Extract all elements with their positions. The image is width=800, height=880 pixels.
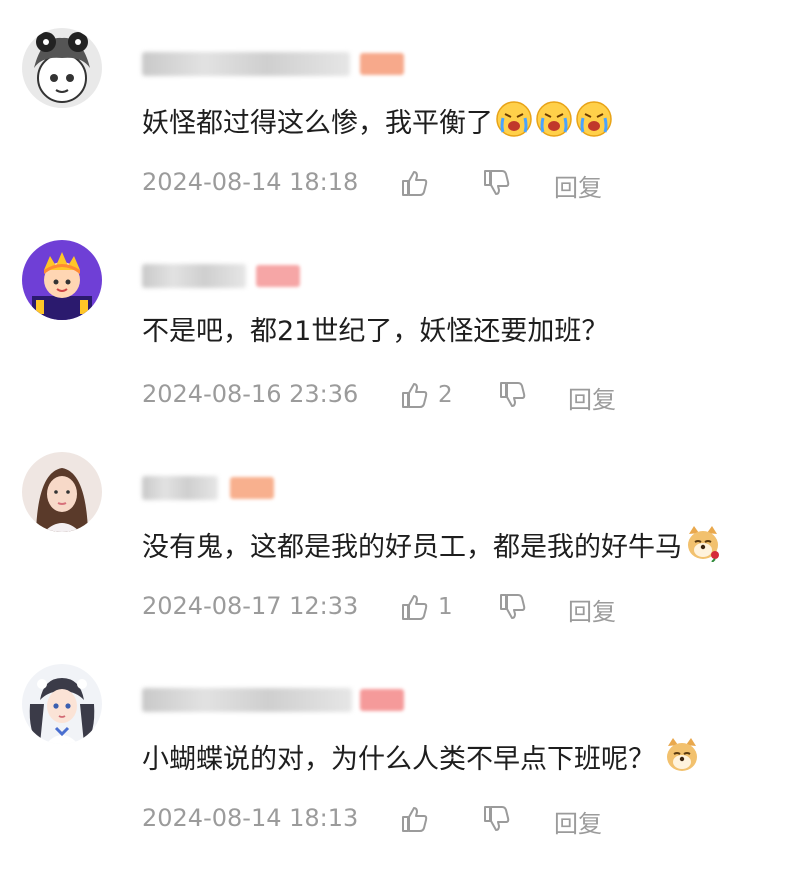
avatar[interactable] [22, 240, 102, 320]
username-blurred[interactable] [142, 476, 218, 500]
comment-text: 小蝴蝶说的对，为什么人类不早点下班呢？ [142, 736, 701, 780]
crying-face-icon [495, 100, 533, 138]
comment-item: 妖怪都过得这么惨，我平衡了 2024-08-14 18:18 回复 [0, 0, 800, 210]
reply-button[interactable]: 回复 [554, 168, 602, 203]
comment-meta: 2024-08-17 12:33 1 回复 [142, 592, 662, 626]
comment-date: 2024-08-14 18:13 [142, 804, 359, 832]
comment-meta: 2024-08-14 18:13 回复 [142, 804, 662, 838]
dislike-button[interactable] [482, 804, 512, 834]
avatar[interactable] [22, 28, 102, 108]
user-badge [360, 53, 404, 75]
thumbs-down-icon [484, 806, 510, 831]
user-badge [230, 477, 274, 499]
username-blurred[interactable] [142, 52, 350, 76]
comment-item: 不是吧，都21世纪了，妖怪还要加班？ 2024-08-16 23:36 2 回复 [0, 212, 800, 422]
dislike-button[interactable] [498, 380, 528, 410]
comment-date: 2024-08-17 12:33 [142, 592, 359, 620]
dislike-button[interactable] [498, 592, 528, 622]
like-button[interactable]: 1 [400, 592, 453, 622]
crying-face-icon [575, 100, 613, 138]
thumbs-up-icon [402, 807, 428, 832]
comment-item: 没有鬼，这都是我的好员工，都是我的好牛马 2024-08-17 12:33 1 … [0, 424, 800, 634]
comment-meta: 2024-08-16 23:36 2 回复 [142, 380, 662, 414]
comment-date: 2024-08-14 18:18 [142, 168, 359, 196]
username-blurred[interactable] [142, 688, 352, 712]
reply-button[interactable]: 回复 [568, 380, 616, 415]
crying-face-icon [535, 100, 573, 138]
thumbs-down-icon [500, 382, 526, 407]
user-badge [256, 265, 300, 287]
thumbs-up-icon [402, 171, 428, 196]
like-button[interactable]: 2 [400, 380, 453, 410]
thumbs-up-icon [402, 383, 428, 408]
comment-date: 2024-08-16 23:36 [142, 380, 359, 408]
comment-text: 妖怪都过得这么惨，我平衡了 [142, 100, 613, 144]
reply-button[interactable]: 回复 [568, 592, 616, 627]
thumbs-up-icon [402, 595, 428, 620]
dislike-button[interactable] [482, 168, 512, 198]
like-button[interactable] [400, 804, 438, 834]
user-badge [360, 689, 404, 711]
comment-text: 不是吧，都21世纪了，妖怪还要加班？ [142, 316, 609, 347]
comment-meta: 2024-08-14 18:18 回复 [142, 168, 662, 202]
thumbs-down-icon [484, 170, 510, 195]
comment-item: 小蝴蝶说的对，为什么人类不早点下班呢？ 2024-08-14 18:13 回复 [0, 636, 800, 846]
thumbs-down-icon [500, 594, 526, 619]
reply-button[interactable]: 回复 [554, 804, 602, 839]
doge-rose-icon [684, 524, 722, 562]
username-blurred[interactable] [142, 264, 246, 288]
doge-icon [663, 736, 701, 774]
like-button[interactable] [400, 168, 438, 198]
avatar[interactable] [22, 664, 102, 744]
avatar[interactable] [22, 452, 102, 532]
like-count: 2 [438, 382, 453, 408]
comment-text: 没有鬼，这都是我的好员工，都是我的好牛马 [142, 524, 722, 568]
like-count: 1 [438, 594, 453, 620]
